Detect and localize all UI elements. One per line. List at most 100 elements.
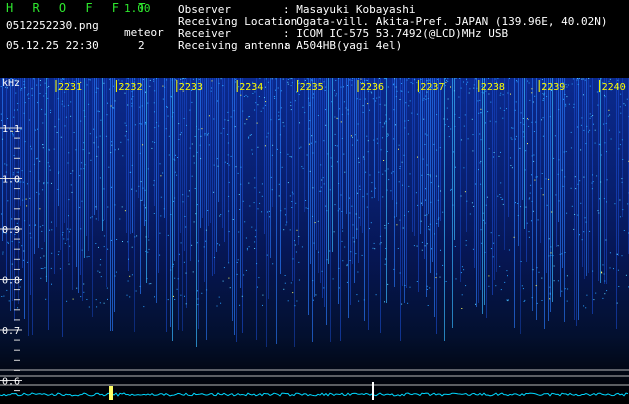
noise-speckle <box>581 117 582 118</box>
noise-speckle <box>550 255 551 256</box>
noise-speckle <box>254 187 255 188</box>
noise-speckle <box>239 305 240 306</box>
noise-speckle <box>248 183 249 184</box>
noise-speckle <box>118 149 119 150</box>
noise-speckle <box>47 182 48 183</box>
noise-speckle <box>154 296 155 297</box>
signal-streak <box>432 78 433 262</box>
noise-speckle <box>577 78 578 79</box>
noise-speckle <box>384 122 385 123</box>
noise-speckle <box>367 103 368 104</box>
noise-speckle <box>29 120 30 121</box>
noise-speckle <box>275 90 276 91</box>
noise-speckle <box>473 249 474 250</box>
noise-speckle <box>528 126 529 127</box>
noise-speckle <box>371 182 372 183</box>
noise-speckle <box>459 117 460 118</box>
noise-speckle <box>275 78 276 79</box>
noise-speckle <box>265 145 266 146</box>
noise-speckle <box>100 136 101 137</box>
noise-speckle <box>24 84 25 85</box>
meteor-count: 2 <box>138 40 145 52</box>
signal-streak <box>320 78 321 283</box>
noise-speckle <box>9 300 10 301</box>
noise-speckle <box>285 283 286 284</box>
noise-speckle <box>206 230 207 231</box>
noise-speckle <box>313 94 314 95</box>
noise-speckle <box>357 193 358 194</box>
noise-speckle <box>8 243 9 244</box>
noise-speckle <box>185 227 186 228</box>
noise-speckle <box>533 211 534 212</box>
noise-speckle <box>174 198 175 199</box>
noise-speckle <box>195 136 196 137</box>
noise-speckle <box>252 154 253 155</box>
signal-streak <box>556 78 557 247</box>
signal-streak <box>66 78 67 241</box>
signal-streak <box>460 78 461 282</box>
noise-speckle <box>385 264 386 265</box>
noise-speckle <box>25 102 26 103</box>
noise-speckle <box>307 155 308 156</box>
signal-streak <box>146 78 147 283</box>
signal-streak <box>286 78 287 224</box>
noise-speckle <box>618 286 619 287</box>
noise-speckle <box>463 269 464 270</box>
noise-speckle <box>198 261 199 262</box>
noise-speckle <box>291 282 292 283</box>
noise-speckle <box>34 164 35 165</box>
noise-speckle <box>132 165 133 166</box>
signal-streak <box>76 78 77 267</box>
noise-speckle <box>40 226 41 227</box>
x-tick-label: 2232 <box>118 82 142 93</box>
noise-speckle <box>329 251 330 252</box>
noise-speckle <box>399 168 400 169</box>
noise-speckle <box>566 96 567 97</box>
noise-speckle <box>254 248 255 249</box>
noise-speckle <box>312 80 313 81</box>
noise-speckle <box>120 142 121 143</box>
noise-speckle <box>374 243 375 244</box>
noise-speckle <box>555 194 556 195</box>
signal-streak <box>486 78 487 318</box>
noise-speckle <box>206 289 207 290</box>
noise-speckle <box>290 156 291 157</box>
noise-speckle <box>58 254 59 255</box>
signal-streak <box>268 78 269 299</box>
signal-streak <box>2 78 3 241</box>
noise-speckle <box>523 288 524 289</box>
signal-streak <box>518 78 519 246</box>
noise-speckle <box>384 78 385 79</box>
noise-speckle <box>461 272 462 273</box>
noise-speckle <box>131 103 132 104</box>
noise-speckle <box>575 188 576 189</box>
noise-speckle <box>132 247 133 248</box>
signal-streak <box>46 78 47 282</box>
noise-speckle <box>428 174 429 175</box>
noise-speckle <box>589 231 590 232</box>
noise-speckle <box>388 179 389 180</box>
noise-speckle <box>537 303 538 304</box>
noise-speckle <box>462 266 463 267</box>
signal-streak <box>592 78 593 314</box>
noise-speckle <box>94 142 95 143</box>
noise-speckle <box>385 248 386 249</box>
signal-streak <box>532 78 533 311</box>
noise-speckle <box>374 248 375 249</box>
noise-speckle <box>510 157 511 158</box>
noise-speckle <box>622 209 623 210</box>
noise-speckle <box>363 105 364 106</box>
noise-speckle <box>36 192 37 193</box>
noise-speckle <box>68 163 69 164</box>
noise-speckle <box>188 196 189 197</box>
noise-speckle <box>542 79 543 80</box>
signal-streak <box>206 78 207 340</box>
signal-streak <box>184 78 185 251</box>
noise-speckle <box>519 148 520 149</box>
noise-speckle <box>347 264 348 265</box>
noise-speckle <box>592 174 593 175</box>
noise-speckle <box>334 117 335 118</box>
noise-speckle <box>288 300 289 301</box>
noise-speckle <box>382 196 383 197</box>
noise-speckle <box>272 263 273 264</box>
